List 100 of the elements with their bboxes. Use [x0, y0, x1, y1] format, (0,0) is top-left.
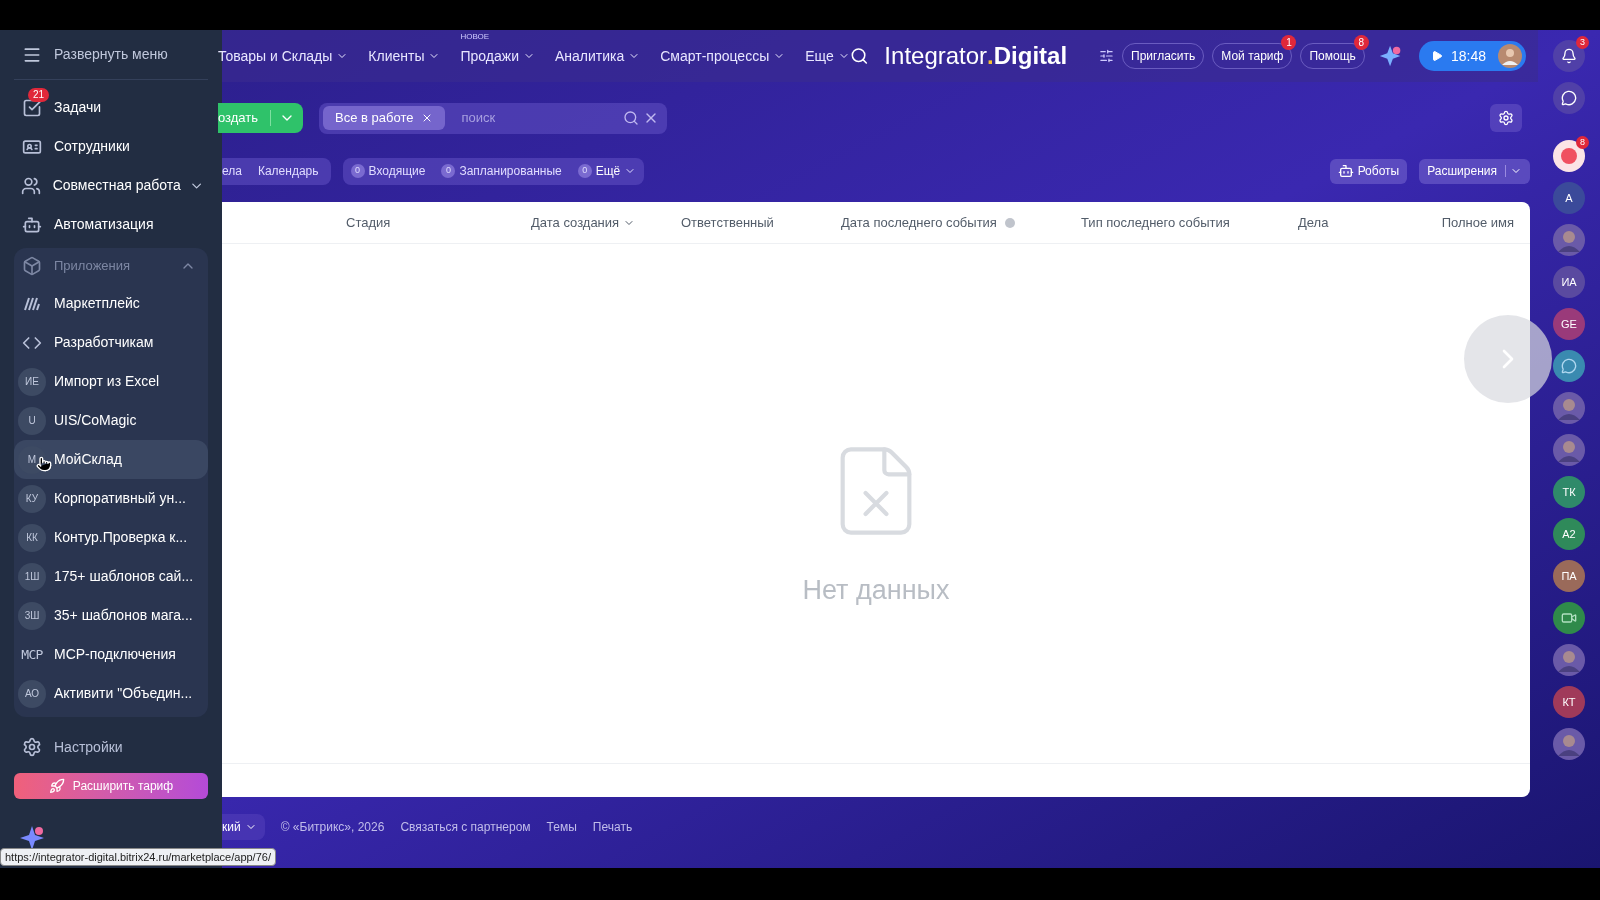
initials-avatar: U	[18, 406, 46, 435]
contact-avatar[interactable]: А2	[1553, 518, 1585, 550]
robot-icon	[1337, 163, 1354, 179]
initials-avatar: АО	[18, 679, 46, 708]
sidebar-item[interactable]: КУ Корпоративный ун...	[14, 479, 208, 518]
sidebar-item[interactable]: Совместная работа	[14, 166, 208, 205]
contact-avatar[interactable]: КТ	[1553, 686, 1585, 718]
contact-avatar[interactable]: А	[1553, 182, 1585, 214]
count-badge: 8	[1353, 35, 1369, 50]
sidebar-item[interactable]: Маркетплейс	[14, 284, 208, 323]
search-field[interactable]: Все в работе поиск	[319, 102, 667, 134]
column-header[interactable]: Дата создания	[531, 212, 681, 233]
footer-link[interactable]: Печать	[592, 818, 633, 836]
sidebar-item[interactable]: КК Контур.Проверка к...	[14, 518, 208, 557]
chat-icon	[1561, 90, 1577, 106]
info-icon	[1004, 217, 1015, 228]
column-header[interactable]: Стадия	[346, 212, 531, 233]
settings-item[interactable]: Настройки	[14, 725, 208, 769]
video-call-avatar[interactable]	[1553, 602, 1585, 634]
status-url-tooltip: https://integrator-digital.bitrix24.ru/marketplace/app/76/	[0, 848, 276, 866]
count-badge: 3	[1576, 36, 1589, 49]
nav-menu-item[interactable]: Товары и Склады	[218, 45, 349, 67]
settings-icon	[1498, 110, 1514, 126]
nav-menu-item[interactable]: Смарт-процессы	[660, 45, 786, 67]
contact-avatar[interactable]	[1553, 224, 1585, 256]
video-icon	[1561, 610, 1577, 626]
upgrade-button[interactable]: Расширить тариф	[14, 773, 208, 799]
initials-avatar: 1Ш	[18, 562, 46, 591]
user-avatar	[1498, 44, 1522, 68]
robots-button[interactable]: Роботы	[1329, 158, 1408, 184]
nav-menu-item[interactable]: Клиенты	[368, 45, 441, 67]
play-icon	[1430, 50, 1443, 62]
bell-icon	[1561, 48, 1577, 64]
sidebar-item[interactable]: U UIS/CoMagic	[14, 401, 208, 440]
extensions-button[interactable]: Расширения	[1419, 158, 1530, 184]
count-badge: 0	[350, 164, 365, 178]
initials-avatar: MCP	[20, 645, 44, 664]
counter-filter[interactable]: 0 Запланированные	[441, 162, 562, 180]
initials-avatar: КУ	[18, 484, 46, 513]
initials-avatar: 3Ш	[18, 601, 46, 630]
contact-avatar[interactable]: ИА	[1553, 266, 1585, 298]
footer-link[interactable]: Темы	[546, 818, 577, 836]
sidebar-item[interactable]: 3Ш 35+ шаблонов мага...	[14, 596, 208, 635]
contact-avatar[interactable]	[1553, 392, 1585, 424]
cube-icon	[22, 256, 42, 276]
column-header[interactable]: Дата последнего события	[841, 212, 1081, 233]
settings-icon	[22, 737, 42, 757]
empty-state-text: Нет данных	[802, 574, 950, 608]
settings-button[interactable]	[1490, 104, 1522, 132]
sidebar-item[interactable]: Задачи 21	[14, 88, 208, 127]
sidebar-item[interactable]: Сотрудники	[14, 127, 208, 166]
column-header[interactable]: Ответственный	[681, 212, 841, 233]
initials-avatar: ИЕ	[18, 367, 46, 396]
chat-icon	[1561, 358, 1577, 374]
contact-avatar[interactable]: ТК	[1553, 476, 1585, 508]
chat-button[interactable]	[1553, 82, 1585, 114]
count-badge: 0	[577, 164, 592, 178]
count-badge: 8	[1576, 136, 1589, 149]
new-tag: НОВОЕ	[460, 30, 490, 43]
counter-filter[interactable]: 0 Ещё	[577, 162, 637, 180]
search-icon[interactable]	[849, 46, 869, 66]
count-badge: 0	[441, 164, 456, 178]
contact-avatar[interactable]	[1553, 644, 1585, 676]
alert-icon	[1561, 148, 1577, 164]
view-tab[interactable]: Календарь	[257, 162, 319, 180]
sidebar-item[interactable]: М МойСклад	[14, 440, 208, 479]
checkbox-icon	[22, 97, 42, 118]
footer-link[interactable]: © «Битрикс», 2026	[280, 818, 385, 836]
column-header[interactable]: Дела	[1298, 212, 1418, 233]
sidebar-item[interactable]: 1Ш 175+ шаблонов сай...	[14, 557, 208, 596]
column-header[interactable]: Полное имя	[1418, 212, 1514, 233]
nav-menu-item[interactable]: Еще	[805, 45, 850, 67]
nav-menu-item[interactable]: Аналитика	[554, 45, 641, 67]
sidebar-item[interactable]: ИЕ Импорт из Excel	[14, 362, 208, 401]
sidebar-item[interactable]: Автоматизация	[14, 205, 208, 244]
footer-link[interactable]: Связаться с партнером	[400, 818, 531, 836]
contact-avatar[interactable]	[1553, 434, 1585, 466]
search-input[interactable]: поиск	[445, 108, 623, 128]
view-tab[interactable]: ела	[222, 162, 242, 180]
search-icon[interactable]	[623, 110, 639, 126]
hand-cursor-icon	[36, 456, 52, 472]
timer-button[interactable]: 18:48	[1418, 41, 1526, 71]
count-badge: 21	[28, 88, 50, 102]
counter-filter[interactable]: 0 Входящие	[350, 162, 426, 180]
contact-avatar[interactable]: GE	[1553, 308, 1585, 340]
brand-logo: Integrator.Digital	[884, 41, 1068, 71]
filter-chip[interactable]: Все в работе	[323, 106, 446, 130]
sidebar-item[interactable]: MCP MCP-подключения	[14, 635, 208, 674]
chat-avatar[interactable]	[1553, 350, 1585, 382]
count-badge: 1	[1281, 35, 1297, 50]
sliders-icon[interactable]	[1099, 48, 1115, 64]
sidebar-item[interactable]: Разработчикам	[14, 323, 208, 362]
sidebar-item[interactable]: АО Активити "Объедин...	[14, 674, 208, 713]
column-header[interactable]: Тип последнего события	[1081, 212, 1298, 233]
people-icon	[21, 175, 42, 196]
expand-menu-button[interactable]: Развернуть меню	[14, 30, 208, 80]
initials-avatar: КК	[18, 523, 46, 552]
contact-avatar[interactable]: ПА	[1553, 560, 1585, 592]
language-selector[interactable]: кий	[222, 814, 265, 840]
contact-avatar[interactable]	[1553, 728, 1585, 760]
